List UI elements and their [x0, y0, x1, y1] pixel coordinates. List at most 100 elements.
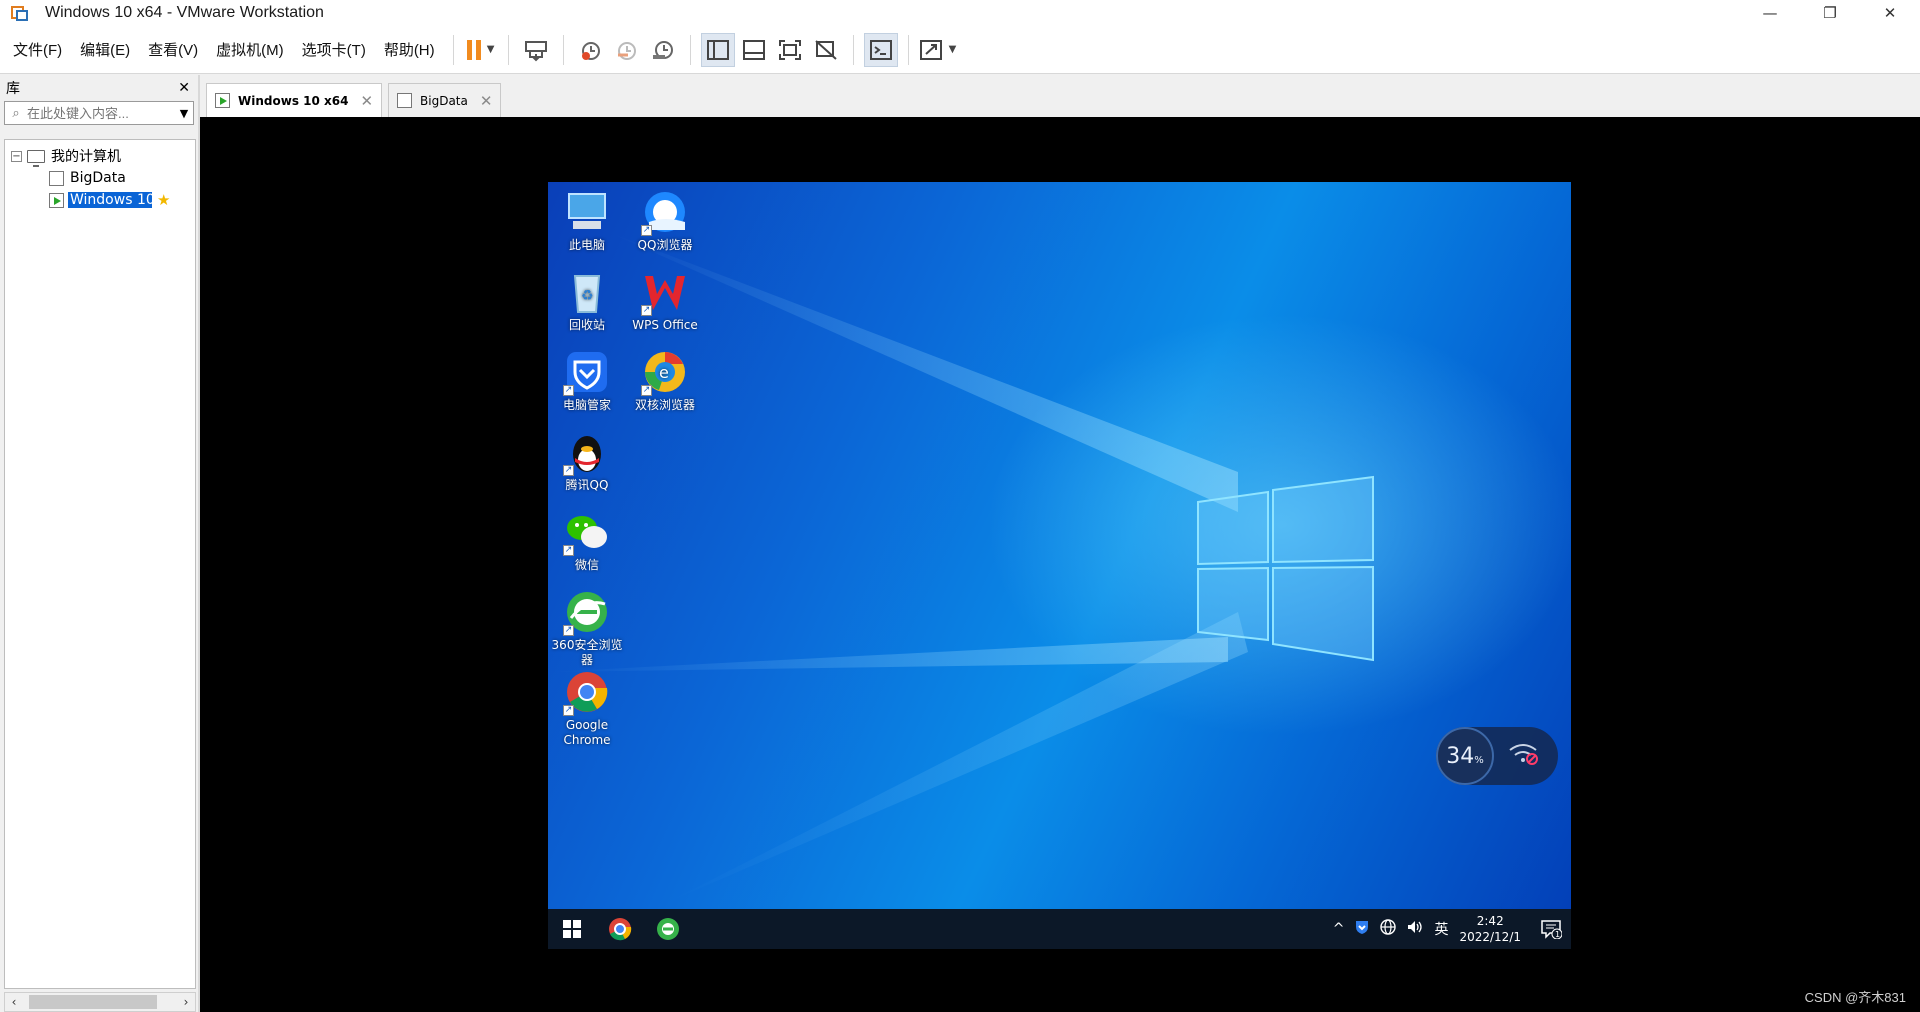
minimize-button[interactable]: — [1740, 0, 1800, 26]
running-vm-icon [49, 189, 66, 208]
library-tree: − 我的计算机 BigData Windows 10 x64 ★ [4, 139, 196, 989]
watermark: CSDN @齐木831 [1804, 990, 1906, 1005]
gauge-unit: % [1474, 754, 1484, 766]
menu-tabs[interactable]: 选项卡(T) [293, 39, 375, 60]
network-speed-widget[interactable]: 34% [1436, 727, 1558, 785]
thumbnail-view-icon [742, 39, 765, 60]
snapshot-icon [581, 41, 600, 60]
network-globe-icon[interactable] [1380, 919, 1397, 939]
guest-desktop[interactable]: 此电脑 ↗ QQ浏览器 ♻ 回收站 ↗ WPS Office ↗ 电脑管家 e … [548, 182, 1571, 909]
tree-label: BigData [70, 170, 126, 186]
desktop-icon-qq-browser[interactable]: ↗ QQ浏览器 [626, 188, 704, 253]
collapse-toggle-icon[interactable]: − [11, 150, 22, 162]
vm-icon [397, 90, 415, 108]
library-view-button[interactable] [700, 32, 735, 67]
volume-icon[interactable] [1406, 919, 1424, 939]
chrome-icon: ↗ [563, 668, 611, 716]
vm-tab-bar: Windows 10 x64 ✕ BigData ✕ [200, 75, 1920, 117]
tab-close-icon[interactable]: ✕ [480, 92, 493, 110]
security-shield-icon[interactable] [1354, 919, 1370, 939]
svg-text:e: e [659, 363, 669, 382]
vm-console[interactable]: 此电脑 ↗ QQ浏览器 ♻ 回收站 ↗ WPS Office ↗ 电脑管家 e … [200, 117, 1920, 1012]
scroll-left-icon[interactable]: ‹ [5, 995, 23, 1009]
unity-button[interactable] [809, 33, 843, 67]
start-button[interactable] [548, 909, 596, 949]
input-method-indicator[interactable]: 英 [1434, 919, 1448, 939]
tab-close-icon[interactable]: ✕ [360, 92, 373, 110]
clock-time: 2:42 [1476, 914, 1504, 928]
action-center-button[interactable]: 1 [1531, 919, 1571, 939]
this-pc-icon [563, 188, 611, 236]
library-close-button[interactable]: ✕ [178, 80, 190, 96]
menu-file[interactable]: 文件(F) [4, 39, 71, 60]
stretch-button[interactable]: ▼ [919, 33, 956, 67]
fullscreen-button[interactable] [773, 33, 807, 67]
desktop-icon-label: WPS Office [632, 318, 698, 332]
show-hidden-icons-button[interactable]: ^ [1333, 921, 1345, 937]
desktop-icon-label: 腾讯QQ [565, 478, 609, 492]
chevron-down-icon[interactable]: ▼ [175, 107, 193, 120]
menu-vm[interactable]: 虚拟机(M) [207, 39, 293, 60]
tree-item-windows10[interactable]: Windows 10 x64 ★ [49, 189, 170, 210]
menu-view[interactable]: 查看(V) [139, 39, 207, 60]
take-snapshot-button[interactable] [574, 33, 608, 67]
tab-windows10[interactable]: Windows 10 x64 ✕ [206, 83, 383, 117]
title-bar: Windows 10 x64 - VMware Workstation — ❐ … [0, 0, 1920, 26]
library-search[interactable]: ⌕ ▼ [4, 101, 194, 125]
tree-label: 我的计算机 [51, 149, 121, 165]
wps-office-icon: ↗ [641, 268, 689, 316]
library-view-icon [706, 39, 729, 60]
desktop-icon-chrome[interactable]: ↗ Google Chrome [548, 668, 626, 748]
notification-count: 1 [1555, 930, 1560, 939]
desktop-icon-dual-browser[interactable]: e ↗ 双核浏览器 [626, 348, 704, 413]
tree-item-bigdata[interactable]: BigData [49, 167, 126, 188]
computer-icon [27, 149, 45, 167]
desktop-icon-tencent-qq[interactable]: ↗ 腾讯QQ [548, 428, 626, 493]
desktop-icon-label: 此电脑 [568, 238, 605, 252]
close-button[interactable]: ✕ [1860, 0, 1920, 26]
clock-date: 2022/12/1 [1459, 930, 1521, 944]
restore-button[interactable]: ❐ [1800, 0, 1860, 26]
desktop-icon-recycle-bin[interactable]: ♻ 回收站 [548, 268, 626, 333]
library-search-input[interactable] [27, 105, 175, 121]
tab-label: Windows 10 x64 [238, 93, 349, 108]
search-icon: ⌕ [12, 105, 20, 121]
desktop-icon-label: 双核浏览器 [634, 398, 695, 412]
revert-snapshot-button[interactable] [610, 33, 644, 67]
snapshot-manager-button[interactable] [646, 33, 680, 67]
library-horizontal-scrollbar[interactable]: ‹ › [4, 992, 196, 1012]
desktop-icon-label: 360安全浏览器 [551, 638, 623, 667]
360-browser-icon: ↗ [563, 588, 611, 636]
desktop-icon-wechat[interactable]: ↗ 微信 [548, 508, 626, 573]
scroll-right-icon[interactable]: › [177, 995, 195, 1009]
vm-icon [49, 167, 66, 186]
tencent-qq-icon: ↗ [563, 428, 611, 476]
windows-start-icon [563, 920, 581, 938]
desktop-icon-this-pc[interactable]: 此电脑 [548, 188, 626, 253]
desktop-icon-pc-manager[interactable]: ↗ 电脑管家 [548, 348, 626, 413]
stretch-icon [919, 39, 942, 60]
tab-bigdata[interactable]: BigData ✕ [388, 83, 502, 117]
qq-browser-icon: ↗ [641, 188, 689, 236]
taskbar-clock[interactable]: 2:42 2022/12/1 [1459, 913, 1521, 945]
pause-icon [466, 39, 481, 60]
chevron-down-icon: ▼ [486, 44, 495, 55]
menu-edit[interactable]: 编辑(E) [71, 39, 139, 60]
vmware-logo-icon [11, 4, 29, 22]
tree-item-my-computer[interactable]: − 我的计算机 [11, 146, 121, 167]
thumbnail-view-button[interactable] [737, 33, 771, 67]
taskbar-chrome-button[interactable] [596, 909, 644, 949]
send-ctrl-alt-del-icon [524, 40, 547, 61]
console-view-button[interactable] [863, 32, 898, 67]
send-ctrl-alt-del-button[interactable] [519, 33, 553, 67]
taskbar-360-button[interactable] [644, 909, 692, 949]
menu-help[interactable]: 帮助(H) [375, 39, 444, 60]
desktop-icon-wps[interactable]: ↗ WPS Office [626, 268, 704, 333]
notification-icon: 1 [1541, 920, 1562, 939]
pause-button[interactable]: ▼ [464, 33, 498, 67]
svg-text:♻: ♻ [581, 288, 594, 304]
desktop-icon-360-browser[interactable]: ↗ 360安全浏览器 [548, 588, 626, 668]
window-title: Windows 10 x64 - VMware Workstation [45, 4, 324, 21]
scroll-thumb[interactable] [29, 995, 157, 1009]
guest-taskbar: ^ 英 2:42 2022/12/1 1 [548, 909, 1571, 949]
